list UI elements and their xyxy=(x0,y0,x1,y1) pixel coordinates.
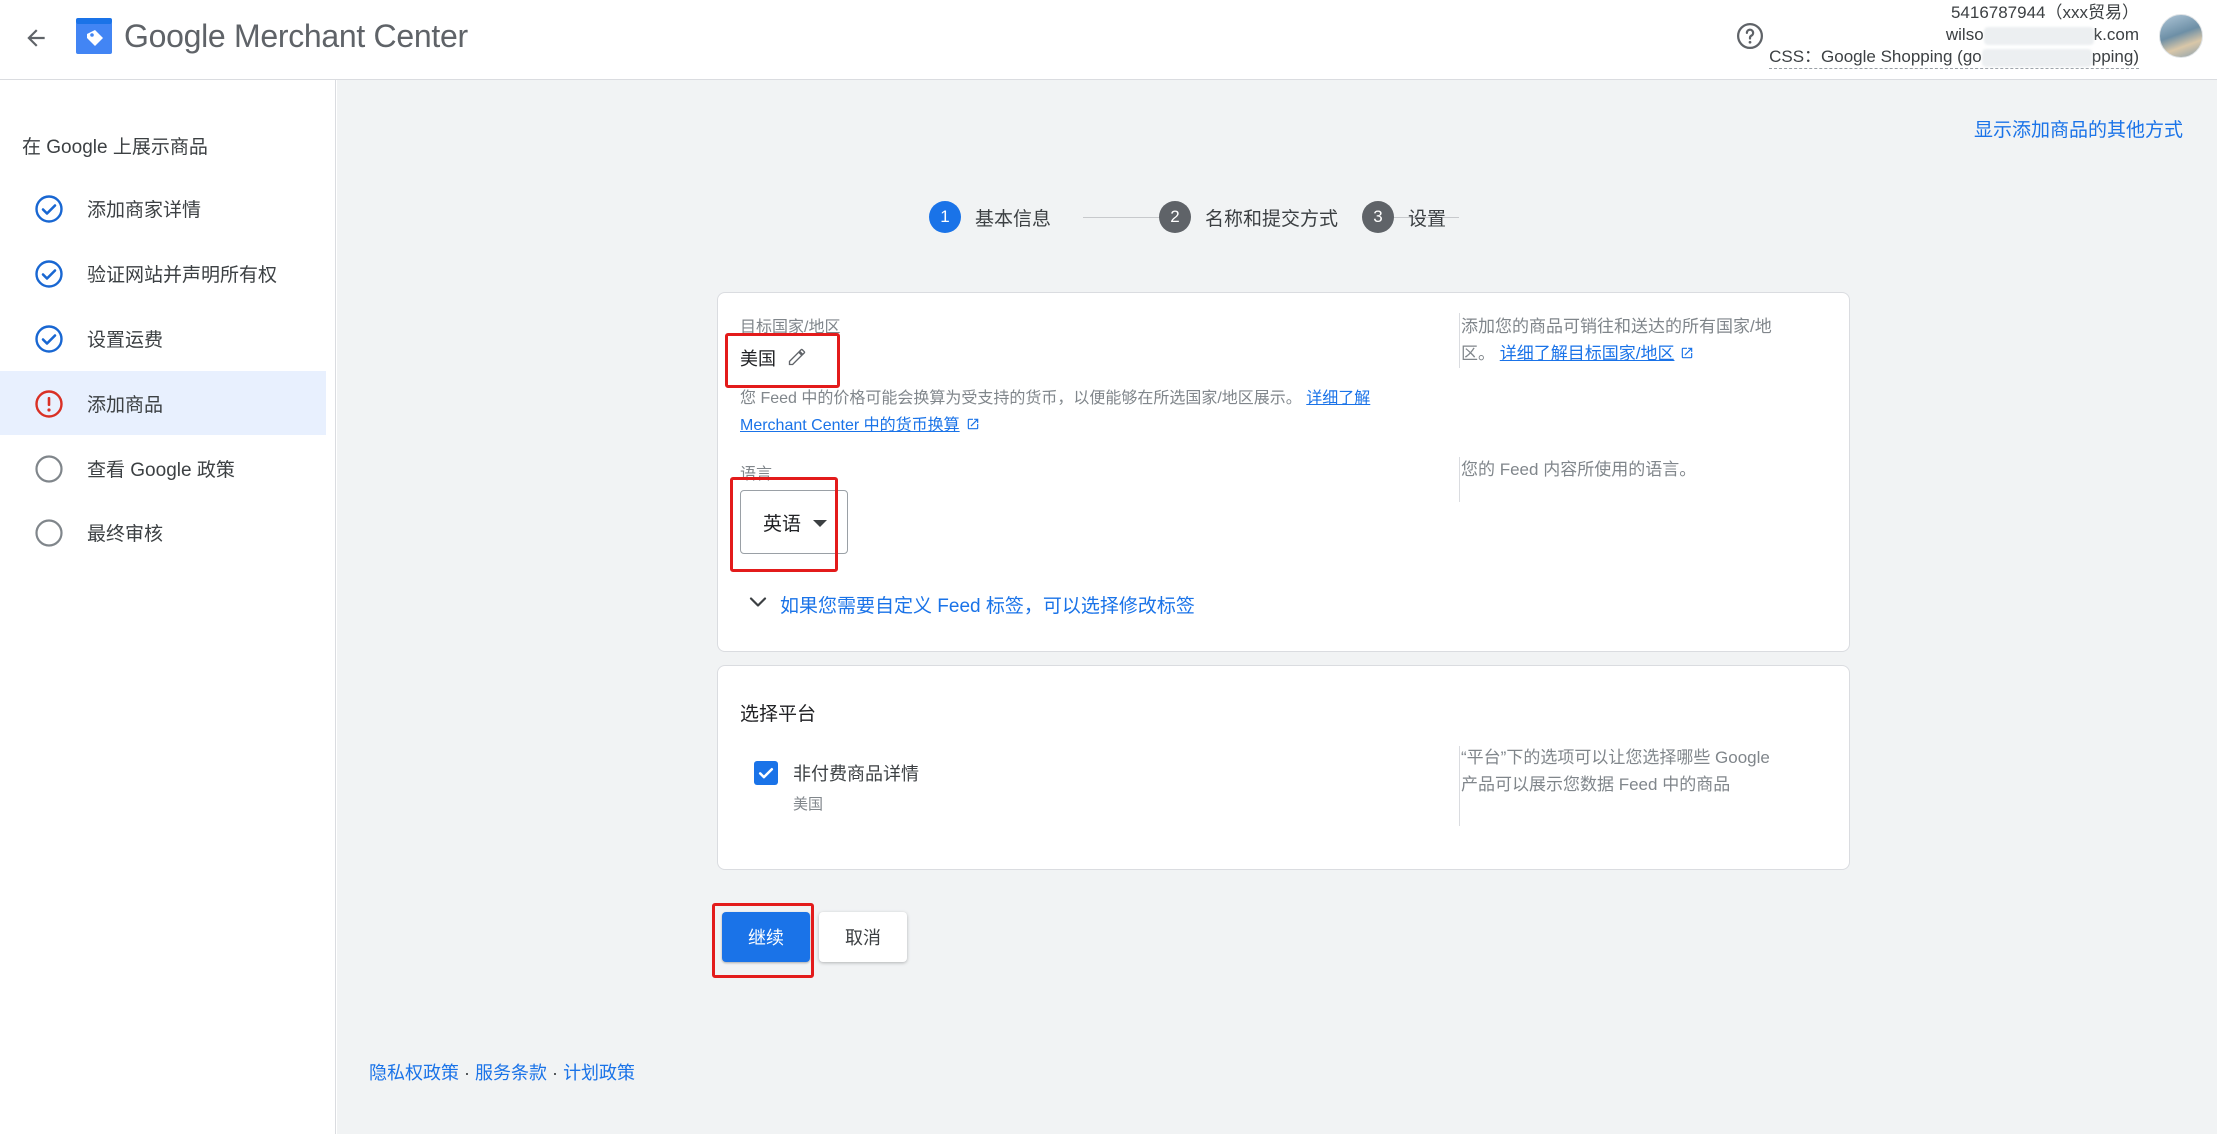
other-ways-link[interactable]: 显示添加商品的其他方式 xyxy=(1974,115,2183,142)
sidebar-item-label: 查看 Google 政策 xyxy=(87,459,235,481)
column-divider xyxy=(1459,457,1460,502)
continue-button[interactable]: 继续 xyxy=(722,912,810,962)
step-number: 3 xyxy=(1362,201,1394,233)
terms-of-service-link[interactable]: 服务条款 xyxy=(475,1063,547,1083)
free-listings-country: 美国 xyxy=(793,796,824,813)
country-value[interactable]: 美国 xyxy=(740,345,807,372)
dropdown-caret-icon xyxy=(813,520,827,527)
sidebar-item-business-info[interactable]: 添加商家详情 xyxy=(0,176,326,240)
language-label: 语言 xyxy=(740,466,773,483)
chevron-down-icon xyxy=(746,590,770,619)
column-divider xyxy=(1459,746,1460,826)
external-link-icon xyxy=(966,413,980,430)
account-email-start: wilso xyxy=(1945,25,1984,44)
country-help: 添加您的商品可销往和送达的所有国家/地区。 详细了解目标国家/地区 xyxy=(1461,313,1791,367)
step-label: 设置 xyxy=(1408,208,1447,230)
sidebar-item-label: 添加商家详情 xyxy=(87,199,202,221)
column-divider xyxy=(1459,313,1460,368)
account-css: CSS：Google Shopping (go pping) xyxy=(1769,46,2139,69)
sidebar-item-verify-site[interactable]: 验证网站并声明所有权 xyxy=(0,241,326,305)
redaction-blur xyxy=(1983,26,2094,45)
sidebar-item-policies[interactable]: 查看 Google 政策 xyxy=(0,436,326,500)
sidebar-item-add-products[interactable]: 添加商品 xyxy=(0,371,326,435)
sidebar-item-label: 验证网站并声明所有权 xyxy=(87,264,278,286)
language-select[interactable]: 英语 xyxy=(740,490,848,554)
cancel-button[interactable]: 取消 xyxy=(819,912,907,962)
platform-help: “平台”下的选项可以让您选择哪些 Google 产品可以展示您数据 Feed 中… xyxy=(1461,748,1770,794)
redaction-blur xyxy=(1981,48,2092,67)
main-content: 显示添加商品的其他方式 1 基本信息 2 名称和提交方式 3 设置 目标国家/地… xyxy=(337,80,2217,1134)
currency-note: 您 Feed 中的价格可能会换算为受支持的货币，以便能够在所选国家/地区展示。 … xyxy=(740,385,1400,439)
sidebar-item-label: 设置运费 xyxy=(87,329,164,351)
top-app-bar: Google Merchant Center 5416787944（xxx贸易）… xyxy=(0,0,2217,80)
program-policies-link[interactable]: 计划政策 xyxy=(563,1063,635,1083)
account-css-end: pping) xyxy=(2091,47,2139,66)
account-name: 5416787944（xxx贸易） xyxy=(1950,3,2139,22)
footer-separator: · xyxy=(552,1063,559,1083)
free-listings-label: 非付费商品详情 xyxy=(793,764,919,784)
app-title: Google Merchant Center xyxy=(124,18,468,54)
currency-note-text: 您 Feed 中的价格可能会换算为受支持的货币，以便能够在所选国家/地区展示。 xyxy=(740,390,1302,407)
empty-circle-icon xyxy=(34,518,64,548)
merchant-center-logo-icon xyxy=(74,16,114,56)
country-value-text: 美国 xyxy=(740,349,776,369)
checkmark-icon xyxy=(758,768,774,779)
error-circle-icon xyxy=(34,389,64,419)
platform-title: 选择平台 xyxy=(740,704,817,725)
country-label: 目标国家/地区 xyxy=(740,319,841,336)
privacy-policy-link[interactable]: 隐私权政策 xyxy=(369,1063,459,1083)
country-learn-more-link[interactable]: 详细了解目标国家/地区 xyxy=(1500,344,1675,363)
basic-info-card: 目标国家/地区 美国 您 Feed 中的价格可能会换算为受支持的货币，以便能够在… xyxy=(717,292,1850,652)
platform-card: 选择平台 非付费商品详情 美国 “平台”下的选项可以让您选择哪些 Google … xyxy=(717,665,1850,870)
check-circle-icon xyxy=(34,324,64,354)
language-help: 您的 Feed 内容所使用的语言。 xyxy=(1461,460,1697,479)
step-name-submission: 2 名称和提交方式 xyxy=(1159,200,1338,234)
back-arrow-icon[interactable] xyxy=(14,16,58,60)
sidebar-item-shipping[interactable]: 设置运费 xyxy=(0,306,326,370)
sidebar-item-final-review[interactable]: 最终审核 xyxy=(0,500,326,564)
check-circle-icon xyxy=(34,259,64,289)
step-number: 2 xyxy=(1159,201,1191,233)
step-basic-info: 1 基本信息 xyxy=(929,200,1051,234)
progress-stepper: 1 基本信息 2 名称和提交方式 xyxy=(929,200,1729,236)
empty-circle-icon xyxy=(34,454,64,484)
sidebar-item-label: 最终审核 xyxy=(87,523,164,545)
step-label: 基本信息 xyxy=(975,208,1052,230)
setup-sidebar: 在 Google 上展示商品 添加商家详情 验证网站并声明所有权 设置运费 添加… xyxy=(0,80,336,1134)
step-label: 名称和提交方式 xyxy=(1205,208,1339,230)
step-settings: 3 设置 xyxy=(1362,200,1446,234)
sidebar-heading: 在 Google 上展示商品 xyxy=(22,137,208,158)
footer-separator: · xyxy=(464,1063,471,1083)
account-info[interactable]: 5416787944（xxx贸易） wilso k.com CSS：Google … xyxy=(1769,2,2139,69)
pencil-icon[interactable] xyxy=(787,347,807,372)
language-value: 英语 xyxy=(763,513,802,535)
free-listings-checkbox[interactable] xyxy=(754,761,778,785)
step-number: 1 xyxy=(929,201,961,233)
avatar[interactable] xyxy=(2159,14,2203,58)
external-link-icon xyxy=(1680,341,1694,359)
customize-feed-label-text: 如果您需要自定义 Feed 标签，可以选择修改标签 xyxy=(780,596,1195,617)
account-css-start: CSS：Google Shopping (go xyxy=(1769,47,1982,66)
check-circle-icon xyxy=(34,194,64,224)
account-email-end: k.com xyxy=(2093,25,2139,44)
account-email: wilso k.com xyxy=(1769,24,2139,46)
footer-links: 隐私权政策 · 服务条款 · 计划政策 xyxy=(369,1059,635,1085)
sidebar-item-label: 添加商品 xyxy=(87,394,164,416)
customize-feed-label-toggle[interactable]: 如果您需要自定义 Feed 标签，可以选择修改标签 xyxy=(746,590,1195,619)
help-icon[interactable] xyxy=(1730,16,1770,56)
